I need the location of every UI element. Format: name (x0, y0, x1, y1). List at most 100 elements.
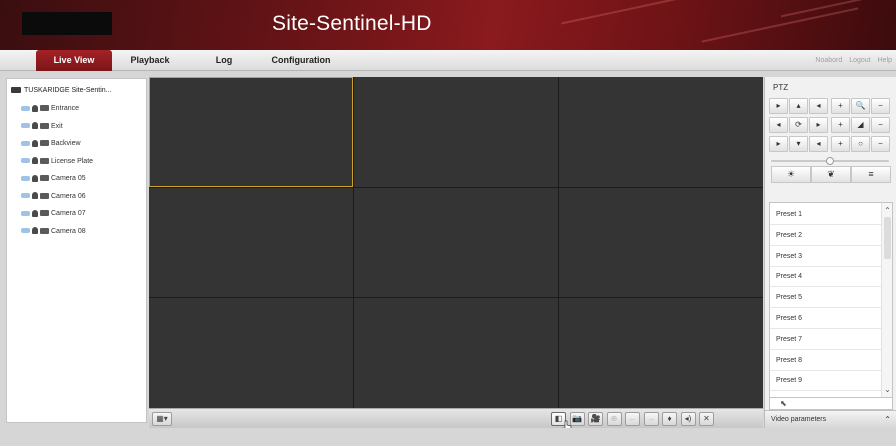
app-title: Site-Sentinel-HD (272, 12, 432, 35)
preset-item[interactable]: Preset 6 (770, 309, 882, 329)
pan-left-icon[interactable]: ◂ (769, 117, 788, 133)
chevron-up-icon: ⌃ (884, 415, 891, 424)
camera-icon (40, 105, 49, 112)
preset-scrollbar[interactable]: ⌃ ⌄ (881, 203, 892, 397)
ptz-menu-button[interactable]: ≡ (851, 166, 891, 183)
next-page-icon[interactable]: → (643, 412, 659, 426)
camera-icon (40, 140, 49, 147)
preset-item[interactable]: Preset 7 (770, 330, 882, 350)
iris-open-icon[interactable]: + (831, 136, 850, 152)
main-nav: Live View Playback Log Configuration Noa… (0, 50, 896, 71)
focus-out-icon[interactable]: − (871, 117, 890, 133)
record-icon[interactable]: 🎥 (588, 412, 603, 426)
pan-right-icon[interactable]: ▸ (809, 117, 828, 133)
auto-rotate-icon[interactable]: ⟳ (789, 117, 808, 133)
digital-zoom-icon[interactable]: ⊕ (606, 412, 622, 426)
pan-up-icon[interactable]: ▴ (789, 98, 808, 114)
preset-item[interactable]: Preset 1 (770, 205, 882, 225)
preset-item[interactable]: Preset 8 (770, 351, 882, 371)
scroll-up-icon[interactable]: ⌃ (882, 205, 892, 216)
logout-link[interactable]: Logout (849, 57, 870, 64)
user-link[interactable]: Noabord (815, 57, 842, 64)
camera-label: Camera 05 (51, 175, 86, 182)
header-decoration (701, 7, 859, 43)
plug-icon (21, 123, 30, 129)
wiper-button[interactable]: ❦ (811, 166, 851, 183)
camera-tree-item[interactable]: Camera 07 (21, 208, 86, 220)
scroll-thumb[interactable] (884, 217, 891, 259)
tab-log[interactable]: Log (206, 50, 242, 71)
camera-label: License Plate (51, 157, 94, 165)
preset-item[interactable]: Preset 3 (770, 247, 882, 267)
camera-icon (40, 227, 49, 234)
camera-icon (40, 122, 49, 129)
focus-in-icon[interactable]: + (831, 117, 850, 133)
video-window[interactable] (149, 77, 353, 187)
video-window[interactable] (354, 77, 558, 187)
header-decoration (561, 0, 679, 25)
record-status-icon (32, 157, 38, 165)
record-status-icon (32, 174, 38, 182)
tree-root-device[interactable]: TUSKARIDGE Site-Sentin... (11, 85, 112, 97)
camera-icon (40, 192, 49, 199)
preset-item[interactable]: Preset 2 (770, 226, 882, 246)
scroll-down-icon[interactable]: ⌄ (882, 384, 892, 395)
pan-down-right-icon[interactable]: ◂ (809, 136, 828, 152)
call-preset-icon[interactable]: ⬉ (769, 398, 893, 410)
light-button[interactable]: ☀ (771, 166, 811, 183)
video-parameters-panel[interactable]: Video parameters ⌃ (765, 410, 896, 428)
camera-icon (40, 157, 49, 164)
live-view-toolbar: ▦▾ ◧ 📷 🎥 ⊕ ← → ♦ ◂) ✕ (149, 408, 763, 428)
prev-page-icon[interactable]: ← (625, 412, 640, 426)
tab-playback[interactable]: Playback (122, 50, 178, 71)
user-links: Noabord Logout Help (810, 50, 892, 71)
pan-up-left-icon[interactable]: ▸ (769, 98, 788, 114)
preset-item[interactable]: Preset 9 (770, 371, 882, 392)
camera-tree-item[interactable]: Exit (21, 121, 63, 133)
ptz-panel: PTZ ▸ ▴ ◂ + 🔍 − ◂ ⟳ ▸ + ◢ − ▸ ▾ ◂ + ○ − ☀ ❦ ≡ Preset 1 Pre… (764, 77, 896, 428)
brand-logo (22, 12, 112, 35)
record-status-icon (32, 104, 38, 112)
pan-down-icon[interactable]: ▾ (789, 136, 808, 152)
camera-label: Camera 08 (51, 227, 86, 235)
volume-icon[interactable]: ◂) (680, 412, 696, 426)
video-window[interactable] (354, 187, 558, 298)
slider-thumb[interactable] (826, 157, 834, 165)
video-window[interactable] (149, 298, 353, 408)
help-link[interactable]: Help (878, 57, 892, 64)
window-layout-icon[interactable]: ▦▾ (152, 412, 172, 426)
tab-live-view[interactable]: Live View (36, 50, 112, 71)
camera-tree-item[interactable]: Camera 05 (21, 173, 86, 185)
video-window[interactable] (559, 298, 763, 408)
camera-tree-item[interactable]: Backview (21, 138, 81, 150)
video-window[interactable] (559, 77, 763, 187)
preset-item[interactable]: Preset 5 (770, 288, 882, 309)
iris-close-icon[interactable]: − (871, 136, 890, 152)
video-window[interactable] (354, 298, 558, 408)
plug-icon (21, 158, 30, 164)
record-status-icon (32, 139, 38, 147)
ptz-speed-slider[interactable] (771, 157, 889, 165)
preset-item[interactable]: Preset 4 (770, 267, 882, 288)
video-window[interactable] (149, 187, 353, 298)
plug-icon (21, 175, 30, 181)
dvr-icon (11, 87, 21, 94)
light-icon: ☀ (786, 169, 796, 179)
iris-icon[interactable]: ○ (851, 136, 870, 152)
camera-icon (40, 175, 49, 182)
camera-tree-item[interactable]: License Plate (21, 156, 93, 168)
microphone-icon[interactable]: ♦ (662, 412, 677, 426)
zoom-in-icon[interactable]: + (831, 98, 850, 114)
camera-tree-item[interactable]: Entrance (21, 103, 79, 115)
camera-label: Camera 06 (51, 192, 86, 200)
video-window[interactable] (559, 187, 763, 298)
focus-icon[interactable]: ◢ (851, 117, 870, 133)
tab-configuration[interactable]: Configuration (258, 50, 344, 71)
pan-down-left-icon[interactable]: ▸ (769, 136, 788, 152)
fullscreen-icon[interactable]: ✕ (699, 412, 714, 426)
pan-up-right-icon[interactable]: ◂ (809, 98, 828, 114)
camera-tree-item[interactable]: Camera 06 (21, 191, 86, 203)
camera-tree-item[interactable]: Camera 08 (21, 226, 86, 238)
zoom-icon[interactable]: 🔍 (851, 98, 870, 114)
zoom-out-icon[interactable]: − (871, 98, 890, 114)
